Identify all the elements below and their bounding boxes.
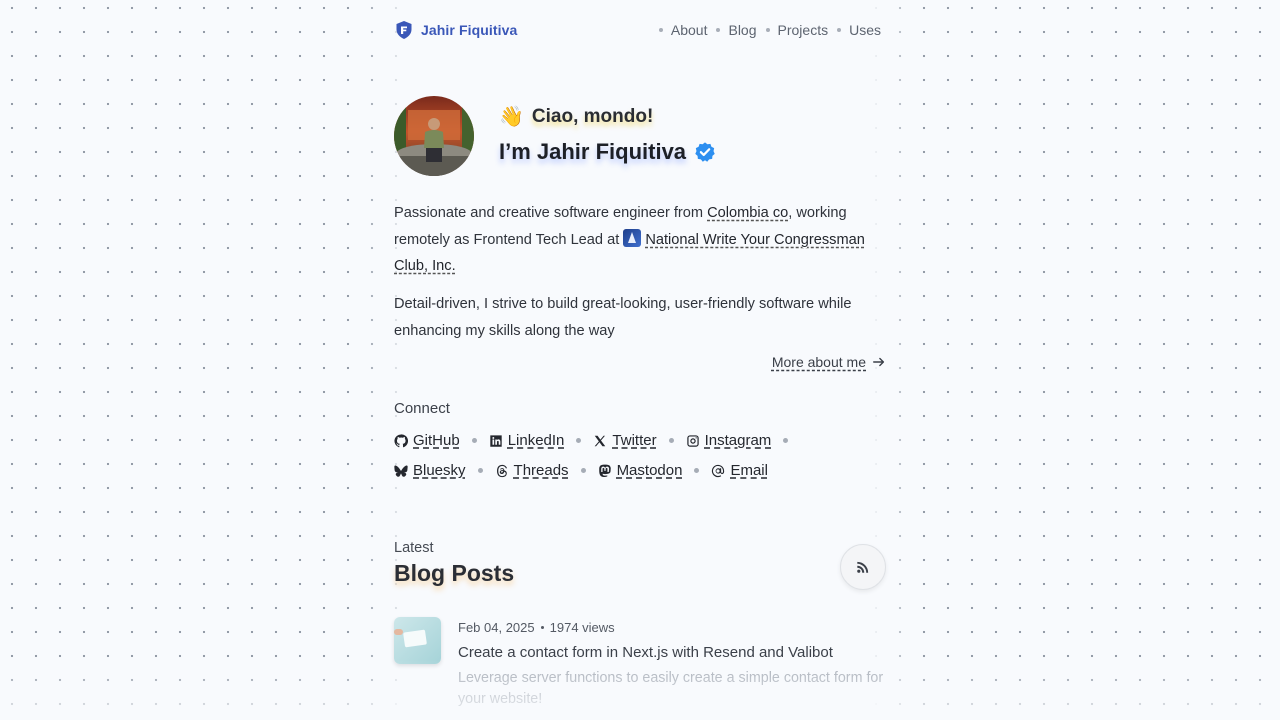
linkedin-label: LinkedIn bbox=[507, 432, 565, 449]
verified-badge-icon bbox=[695, 142, 715, 162]
instagram-icon bbox=[686, 434, 699, 447]
bio-paragraph-1: Passionate and creative software enginee… bbox=[394, 200, 886, 280]
more-about-link[interactable]: More about me bbox=[772, 354, 886, 370]
blog-section-title: Blog Posts bbox=[394, 560, 515, 586]
nav-blog[interactable]: Blog bbox=[716, 22, 757, 38]
page-container: Jahir Fiquitiva About Blog Projects Uses bbox=[394, 0, 886, 720]
country-link[interactable]: Colombia co bbox=[707, 205, 788, 221]
github-label: GitHub bbox=[413, 432, 460, 449]
separator-dot bbox=[576, 438, 582, 443]
waving-hand-icon: 👋 bbox=[499, 106, 524, 128]
company-logo-icon bbox=[623, 228, 642, 247]
intro-text: I’m Jahir Fiquitiva bbox=[499, 139, 687, 164]
social-links-row-1: GitHub LinkedIn Twitter Instagram bbox=[394, 432, 886, 449]
shield-logo-icon bbox=[396, 21, 412, 39]
rss-button[interactable] bbox=[840, 544, 886, 590]
nav-dot bbox=[765, 28, 770, 32]
bluesky-link[interactable]: Bluesky bbox=[394, 462, 466, 479]
meta-separator bbox=[540, 626, 544, 629]
avatar bbox=[394, 96, 474, 176]
arrow-right-icon bbox=[873, 357, 885, 367]
nav-uses[interactable]: Uses bbox=[837, 22, 881, 38]
greeting-text: Ciao, mondo! bbox=[531, 105, 654, 127]
more-about-label: More about me bbox=[771, 354, 866, 370]
nav-projects-label: Projects bbox=[777, 22, 829, 38]
nav-blog-label: Blog bbox=[728, 22, 757, 38]
separator-dot bbox=[668, 438, 674, 443]
brand-link[interactable]: Jahir Fiquitiva bbox=[394, 20, 517, 40]
separator-dot bbox=[471, 438, 477, 443]
linkedin-icon bbox=[490, 434, 502, 447]
separator-dot bbox=[783, 438, 789, 443]
bluesky-icon bbox=[394, 465, 408, 477]
social-links-row-2: Bluesky Threads Mastodon Email bbox=[394, 462, 886, 479]
email-label: Email bbox=[730, 462, 768, 479]
post-meta: Feb 04, 2025 1974 views bbox=[458, 620, 615, 635]
nav-about[interactable]: About bbox=[658, 22, 708, 38]
post-views: 1974 views bbox=[549, 620, 615, 635]
post-thumbnail bbox=[394, 617, 441, 664]
threads-link[interactable]: Threads bbox=[495, 462, 569, 479]
greeting: 👋 Ciao, mondo! bbox=[499, 104, 653, 129]
mastodon-label: Mastodon bbox=[616, 462, 683, 479]
linkedin-link[interactable]: LinkedIn bbox=[489, 432, 565, 449]
github-icon bbox=[394, 433, 408, 447]
email-link[interactable]: Email bbox=[711, 462, 768, 479]
main-nav: About Blog Projects Uses bbox=[650, 22, 881, 38]
at-icon bbox=[712, 464, 725, 477]
connect-title: Connect bbox=[394, 400, 450, 417]
nav-uses-label: Uses bbox=[849, 22, 881, 38]
threads-icon bbox=[496, 464, 507, 477]
mastodon-icon bbox=[598, 464, 611, 477]
blog-post-card[interactable]: Feb 04, 2025 1974 views Create a contact… bbox=[394, 617, 886, 717]
threads-label: Threads bbox=[513, 462, 569, 479]
brand-name: Jahir Fiquitiva bbox=[421, 22, 518, 38]
intro-heading: I’m Jahir Fiquitiva bbox=[499, 139, 716, 165]
nav-dot bbox=[658, 28, 663, 32]
bluesky-label: Bluesky bbox=[413, 462, 466, 479]
x-icon bbox=[595, 435, 606, 446]
twitter-link[interactable]: Twitter bbox=[593, 432, 657, 449]
blog-kicker: Latest bbox=[394, 540, 434, 556]
instagram-label: Instagram bbox=[704, 432, 772, 449]
separator-dot bbox=[477, 468, 483, 473]
twitter-label: Twitter bbox=[612, 432, 657, 449]
nav-projects[interactable]: Projects bbox=[765, 22, 829, 38]
site-header: Jahir Fiquitiva About Blog Projects Uses bbox=[394, 20, 886, 44]
nav-dot bbox=[837, 28, 842, 32]
separator-dot bbox=[580, 468, 586, 473]
rss-icon bbox=[857, 561, 869, 573]
instagram-link[interactable]: Instagram bbox=[686, 432, 772, 449]
nav-dot bbox=[716, 28, 721, 32]
bio-text-1a: Passionate and creative software enginee… bbox=[394, 205, 708, 221]
mastodon-link[interactable]: Mastodon bbox=[598, 462, 683, 479]
github-link[interactable]: GitHub bbox=[394, 432, 460, 449]
separator-dot bbox=[694, 468, 700, 473]
bio-paragraph-2: Detail-driven, I strive to build great-l… bbox=[394, 296, 852, 339]
post-title: Create a contact form in Next.js with Re… bbox=[458, 644, 833, 661]
post-description: Leverage server functions to easily crea… bbox=[458, 670, 884, 707]
avatar-photo bbox=[394, 96, 474, 176]
nav-about-label: About bbox=[670, 22, 708, 38]
post-date: Feb 04, 2025 bbox=[458, 620, 535, 635]
